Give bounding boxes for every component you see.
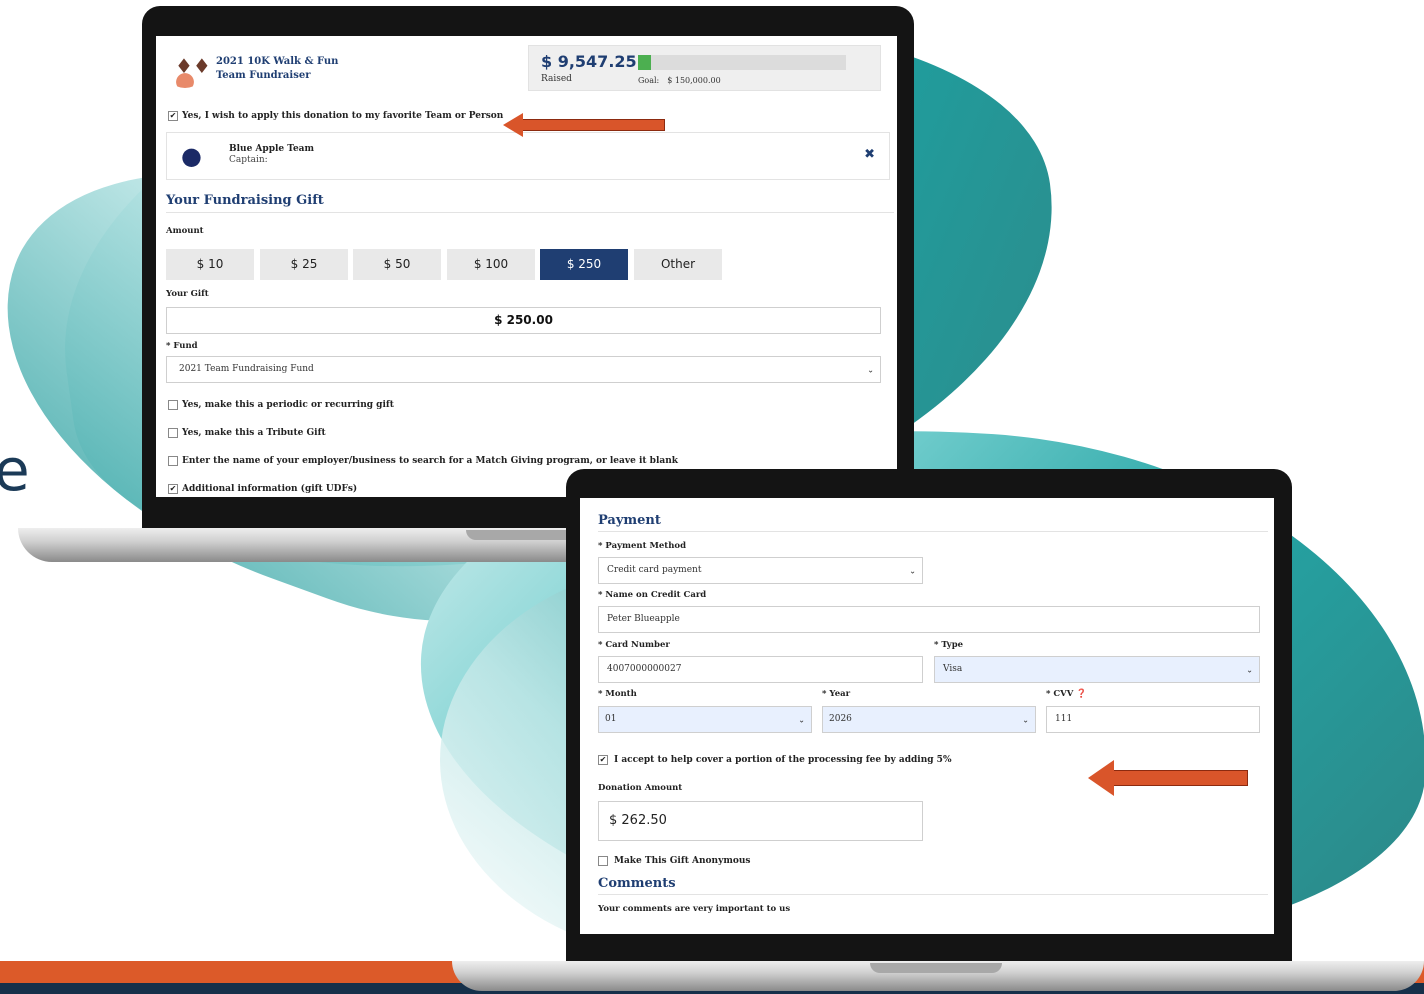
fundraising-thermometer: $ 9,547.25 Raised Goal: $ 150,000.00 — [528, 45, 881, 91]
amount-button-25[interactable]: $ 25 — [260, 249, 348, 280]
divider — [598, 894, 1268, 895]
amount-button-other[interactable]: Other — [634, 249, 722, 280]
divider — [166, 212, 894, 213]
chevron-down-icon: ⌄ — [1022, 715, 1029, 724]
team-captain: Captain: — [229, 155, 268, 165]
card-type-label: * Type — [934, 640, 964, 650]
recurring-gift-checkbox[interactable] — [168, 400, 178, 410]
comments-hint: Your comments are very important to us — [598, 904, 791, 914]
amount-button-10[interactable]: $ 10 — [166, 249, 254, 280]
amount-button-100[interactable]: $ 100 — [447, 249, 535, 280]
cvv-input[interactable]: 111 — [1046, 706, 1260, 733]
favorite-team-checkbox[interactable]: ✔ — [168, 111, 178, 121]
remove-team-close-icon[interactable]: ✖ — [864, 147, 875, 162]
payment-method-select[interactable]: Credit card payment ⌄ — [598, 557, 923, 584]
year-value: 2026 — [829, 714, 852, 724]
payment-heading: Payment — [598, 513, 661, 528]
raised-label: Raised — [541, 74, 572, 84]
fund-select-value: 2021 Team Fundraising Fund — [179, 364, 314, 374]
processing-fee-label: I accept to help cover a portion of the … — [614, 755, 952, 765]
month-label: * Month — [598, 689, 637, 699]
amount-button-50[interactable]: $ 50 — [353, 249, 441, 280]
recurring-gift-label: Yes, make this a periodic or recurring g… — [182, 400, 394, 410]
payment-form-screen: Payment * Payment Method Credit card pay… — [580, 498, 1274, 934]
event-title: 2021 10K Walk & Fun Team Fundraiser — [216, 55, 338, 83]
fund-label: * Fund — [166, 341, 198, 351]
match-giving-checkbox[interactable] — [168, 456, 178, 466]
goal-text: Goal: $ 150,000.00 — [638, 76, 721, 85]
payment-method-value: Credit card payment — [607, 565, 702, 575]
cropped-heading-letter: e — [0, 436, 30, 504]
runners-icon: ♦♦ — [175, 54, 211, 78]
payment-method-label: * Payment Method — [598, 541, 687, 551]
year-select[interactable]: 2026 ⌄ — [822, 706, 1036, 733]
card-type-select[interactable]: Visa ⌄ — [934, 656, 1260, 683]
your-gift-input[interactable]: $ 250.00 — [166, 307, 881, 334]
raised-amount: $ 9,547.25 — [541, 52, 637, 71]
card-type-value: Visa — [943, 664, 963, 674]
goal-value: $ 150,000.00 — [667, 76, 721, 85]
chevron-down-icon: ⌄ — [798, 715, 805, 724]
goal-progress-fill — [638, 55, 652, 70]
team-name: Blue Apple Team — [229, 144, 315, 154]
month-value: 01 — [605, 714, 617, 724]
processing-fee-checkbox[interactable]: ✔ — [598, 755, 608, 765]
left-arrow-icon — [1088, 760, 1248, 796]
anonymous-checkbox[interactable] — [598, 856, 608, 866]
divider — [598, 531, 1268, 532]
cvv-label: * CVV ❓ — [1046, 689, 1087, 699]
month-select[interactable]: 01 ⌄ — [598, 706, 812, 733]
match-giving-label: Enter the name of your employer/business… — [182, 456, 678, 466]
cvv-label-text: * CVV — [1046, 689, 1074, 699]
tribute-gift-checkbox[interactable] — [168, 428, 178, 438]
tribute-gift-label: Yes, make this a Tribute Gift — [182, 428, 326, 438]
card-number-label: * Card Number — [598, 640, 670, 650]
year-label: * Year — [822, 689, 851, 699]
additional-info-checkbox[interactable]: ✔ — [168, 484, 178, 494]
chevron-down-icon: ⌄ — [1246, 665, 1253, 674]
fundraising-gift-heading: Your Fundraising Gift — [166, 193, 324, 208]
event-title-line1: 2021 10K Walk & Fun — [216, 56, 339, 67]
anonymous-label: Make This Gift Anonymous — [614, 856, 751, 866]
laptop-notch-bottom — [870, 963, 1002, 973]
help-icon[interactable]: ❓ — [1076, 689, 1087, 699]
fund-select[interactable]: 2021 Team Fundraising Fund ⌄ — [166, 356, 881, 383]
left-arrow-icon — [503, 113, 665, 137]
amount-button-250[interactable]: $ 250 — [540, 249, 628, 280]
chevron-down-icon: ⌄ — [867, 365, 874, 374]
donation-amount-label: Donation Amount — [598, 783, 683, 793]
donation-amount-input[interactable]: $ 262.50 — [598, 801, 923, 841]
card-number-input[interactable]: 4007000000027 — [598, 656, 923, 683]
amount-label: Amount — [166, 226, 204, 236]
event-title-line2: Team Fundraiser — [216, 70, 311, 81]
additional-info-label: Additional information (gift UDFs) — [182, 484, 358, 494]
your-gift-label: Your Gift — [166, 289, 209, 299]
favorite-team-checkbox-label: Yes, I wish to apply this donation to my… — [182, 111, 504, 121]
donation-form-screen: ♦♦ 2021 10K Walk & Fun Team Fundraiser $… — [156, 36, 897, 497]
event-logo: ♦♦ — [165, 48, 211, 88]
apple-icon: ● — [181, 142, 202, 170]
selected-team-card: ● Blue Apple Team Captain: ✖ — [166, 132, 890, 180]
comments-heading: Comments — [598, 876, 676, 891]
name-on-card-input[interactable]: Peter Blueapple — [598, 606, 1260, 633]
name-on-card-label: * Name on Credit Card — [598, 590, 707, 600]
goal-label: Goal: — [638, 76, 660, 85]
goal-progress-bar — [638, 55, 846, 70]
chevron-down-icon: ⌄ — [909, 566, 916, 575]
